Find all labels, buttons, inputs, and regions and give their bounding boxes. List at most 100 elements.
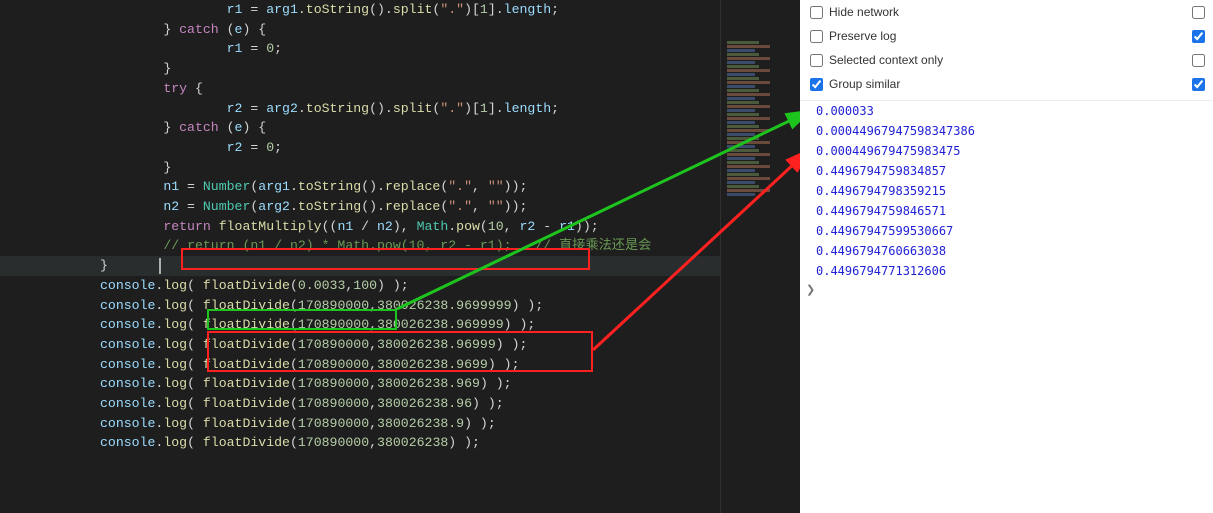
console-output[interactable]: 0.4496794759834857	[800, 161, 1213, 181]
code-token: split	[393, 2, 433, 17]
code-token: }	[163, 61, 171, 76]
code-line[interactable]: }	[100, 256, 651, 276]
console-prompt-chevron-icon[interactable]: ❯	[800, 281, 1213, 296]
code-line[interactable]: console.log( floatDivide(170890000,38002…	[100, 355, 651, 375]
code-token: .	[290, 179, 298, 194]
code-token: }	[163, 160, 171, 175]
console-output-list[interactable]: 0.0000330.000449679475983473860.00044967…	[800, 100, 1213, 513]
code-token: 0	[266, 41, 274, 56]
code-token: console	[100, 337, 155, 352]
console-output[interactable]: 0.000033	[800, 101, 1213, 121]
code-token: (	[480, 219, 488, 234]
code-token: (	[187, 435, 203, 450]
checkbox-right-hide-network[interactable]	[1192, 6, 1205, 19]
code-token: split	[393, 101, 433, 116]
code-token: arg2	[258, 199, 290, 214]
code-line[interactable]: console.log( floatDivide(0.0033,100) );	[100, 276, 651, 296]
code-token: log	[163, 298, 187, 313]
code-token: n2	[163, 199, 179, 214]
console-output[interactable]: 0.00044967947598347386	[800, 121, 1213, 141]
code-line[interactable]: } catch (e) {	[100, 20, 651, 40]
console-output[interactable]: 0.44967947599530667	[800, 221, 1213, 241]
code-token: toString	[306, 101, 369, 116]
code-token: floatDivide	[203, 435, 290, 450]
checkbox-right-preserve-log[interactable]	[1192, 30, 1205, 43]
code-token: (	[290, 278, 298, 293]
code-token: return (n1 / n2) * Math.pow(10, r2 - r1)…	[187, 238, 651, 253]
code-line[interactable]: }	[100, 59, 651, 79]
editor-minimap[interactable]	[720, 0, 800, 513]
code-line[interactable]: console.log( floatDivide(170890000,38002…	[100, 296, 651, 316]
code-token: ].	[488, 101, 504, 116]
code-line[interactable]: } catch (e) {	[100, 118, 651, 138]
code-token: }	[163, 120, 179, 135]
code-token: log	[163, 357, 187, 372]
code-line[interactable]: r1 = arg1.toString().split(".")[1].lengt…	[100, 0, 651, 20]
code-token: 380026238.96999	[377, 337, 496, 352]
checkbox-preserve-log[interactable]	[810, 30, 823, 43]
code-line[interactable]: console.log( floatDivide(170890000,38002…	[100, 414, 651, 434]
code-line[interactable]: n2 = Number(arg2.toString().replace(".",…	[100, 197, 651, 217]
code-token: "."	[440, 2, 464, 17]
code-line[interactable]: n1 = Number(arg1.toString().replace(".",…	[100, 177, 651, 197]
checkbox-hide-network[interactable]	[810, 6, 823, 19]
code-line[interactable]: // return (n1 / n2) * Math.pow(10, r2 - …	[100, 236, 651, 256]
code-token: .	[298, 101, 306, 116]
code-token: r1	[227, 41, 243, 56]
code-token: 380026238.9699	[377, 357, 488, 372]
console-output[interactable]: 0.4496794760663038	[800, 241, 1213, 261]
code-token: 380026238.9	[377, 416, 464, 431]
code-token: ().	[361, 179, 385, 194]
code-line[interactable]: console.log( floatDivide(170890000,38002…	[100, 315, 651, 335]
code-token: /	[353, 219, 377, 234]
code-token: ,	[369, 317, 377, 332]
code-token: ) {	[242, 120, 266, 135]
text-cursor	[159, 258, 161, 274]
console-output[interactable]: 0.4496794798359215	[800, 181, 1213, 201]
code-token: r1	[227, 2, 243, 17]
code-line[interactable]: console.log( floatDivide(170890000,38002…	[100, 335, 651, 355]
code-token: log	[163, 278, 187, 293]
code-token: try	[163, 81, 187, 96]
code-line[interactable]: r2 = arg2.toString().split(".")[1].lengt…	[100, 99, 651, 119]
checkbox-selected-context-only[interactable]	[810, 54, 823, 67]
code-line[interactable]: console.log( floatDivide(170890000,38002…	[100, 394, 651, 414]
console-output[interactable]: 0.4496794759846571	[800, 201, 1213, 221]
code-token: ));	[504, 199, 528, 214]
code-token: "."	[448, 179, 472, 194]
console-output[interactable]: 0.000449679475983475	[800, 141, 1213, 161]
code-editor[interactable]: r1 = arg1.toString().split(".")[1].lengt…	[0, 0, 800, 513]
code-token: =	[179, 179, 203, 194]
code-token: toString	[306, 2, 369, 17]
code-line[interactable]: r1 = 0;	[100, 39, 651, 59]
code-token: ;	[274, 41, 282, 56]
code-line[interactable]: return floatMultiply((n1 / n2), Math.pow…	[100, 217, 651, 237]
code-token: replace	[385, 199, 440, 214]
code-line[interactable]: r2 = 0;	[100, 138, 651, 158]
code-token: (	[290, 376, 298, 391]
code-token: ));	[504, 179, 528, 194]
code-token: ));	[575, 219, 599, 234]
console-output[interactable]: 0.4496794771312606	[800, 261, 1213, 281]
code-token: log	[163, 416, 187, 431]
code-token: Number	[203, 179, 250, 194]
code-token: 170890000	[298, 357, 369, 372]
code-token: =	[179, 199, 203, 214]
code-token: (	[187, 337, 203, 352]
code-line[interactable]: }	[100, 158, 651, 178]
checkbox-right-selected-context-only[interactable]	[1192, 54, 1205, 67]
code-token: ) );	[464, 416, 496, 431]
code-token: 170890000	[298, 416, 369, 431]
code-line[interactable]: console.log( floatDivide(170890000,38002…	[100, 374, 651, 394]
filter-label: Selected context only	[829, 53, 943, 67]
code-token: n1	[337, 219, 353, 234]
code-line[interactable]: try {	[100, 79, 651, 99]
filter-row-preserve-log: Preserve log	[800, 24, 1213, 48]
code-token: ().	[369, 101, 393, 116]
code-token: (	[290, 357, 298, 372]
checkbox-group-similar[interactable]	[810, 78, 823, 91]
code-line[interactable]: console.log( floatDivide(170890000,38002…	[100, 433, 651, 453]
code-token: ;	[551, 101, 559, 116]
filter-label: Group similar	[829, 77, 900, 91]
checkbox-right-group-similar[interactable]	[1192, 78, 1205, 91]
